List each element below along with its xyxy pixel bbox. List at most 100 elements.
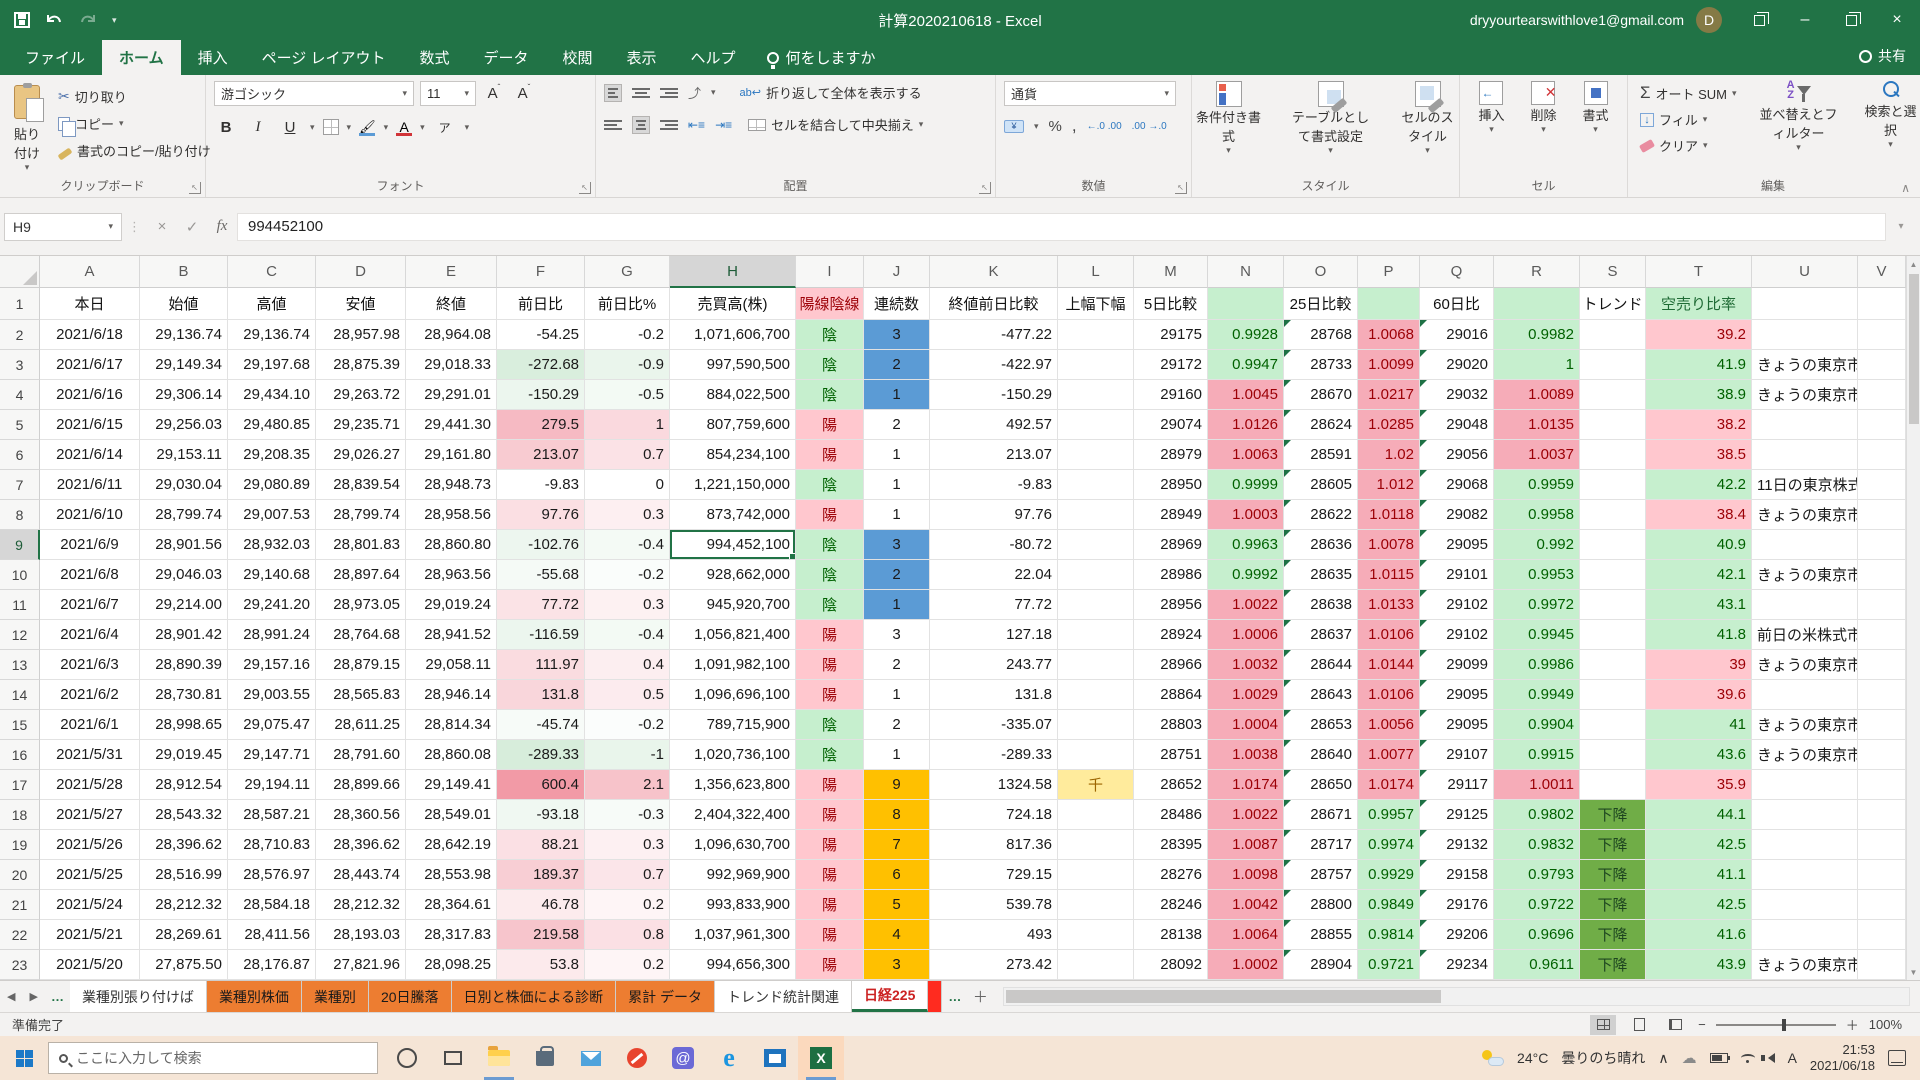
- cell-V7[interactable]: [1858, 470, 1906, 500]
- cell-B11[interactable]: 29,214.00: [140, 590, 228, 620]
- format-painter-button[interactable]: 書式のコピー/貼り付け: [54, 139, 215, 162]
- wifi-icon[interactable]: [1741, 1054, 1755, 1062]
- cell-K9[interactable]: -80.72: [930, 530, 1058, 560]
- cell-E8[interactable]: 28,958.56: [406, 500, 497, 530]
- cell-B10[interactable]: 29,046.03: [140, 560, 228, 590]
- speaker-icon[interactable]: [1768, 1053, 1775, 1063]
- fill-color-button[interactable]: 🖌: [359, 119, 376, 136]
- column-header-E[interactable]: E: [406, 256, 497, 288]
- file-explorer-button[interactable]: [476, 1036, 522, 1080]
- cell-P20[interactable]: 0.9929: [1358, 860, 1420, 890]
- cell-B3[interactable]: 29,149.34: [140, 350, 228, 380]
- cell-Q16[interactable]: 29107: [1420, 740, 1494, 770]
- cell-L8[interactable]: [1058, 500, 1134, 530]
- cell-E21[interactable]: 28,364.61: [406, 890, 497, 920]
- cell-V19[interactable]: [1858, 830, 1906, 860]
- cell-V6[interactable]: [1858, 440, 1906, 470]
- cell-F14[interactable]: 131.8: [497, 680, 585, 710]
- cell-O5[interactable]: 28624: [1284, 410, 1358, 440]
- redo-icon[interactable]: [78, 12, 98, 28]
- row-header-20[interactable]: 20: [0, 860, 40, 890]
- cell-N17[interactable]: 1.0174: [1208, 770, 1284, 800]
- cell-A19[interactable]: 2021/5/26: [40, 830, 140, 860]
- cell-E22[interactable]: 28,317.83: [406, 920, 497, 950]
- cell-N15[interactable]: 1.0004: [1208, 710, 1284, 740]
- cell-F6[interactable]: 213.07: [497, 440, 585, 470]
- column-header-D[interactable]: D: [316, 256, 406, 288]
- cell-V3[interactable]: [1858, 350, 1906, 380]
- cell-U20[interactable]: [1752, 860, 1858, 890]
- cell-H12[interactable]: 1,056,821,400: [670, 620, 796, 650]
- cell-S22[interactable]: 下降: [1580, 920, 1646, 950]
- cell-K8[interactable]: 97.76: [930, 500, 1058, 530]
- cell-T9[interactable]: 40.9: [1646, 530, 1752, 560]
- cell-M10[interactable]: 28986: [1134, 560, 1208, 590]
- cell-N7[interactable]: 0.9999: [1208, 470, 1284, 500]
- cell-G9[interactable]: -0.4: [585, 530, 670, 560]
- sort-filter-button[interactable]: AZ 並べ替えとフィルター▾: [1751, 81, 1847, 153]
- weather-temp[interactable]: 24°C: [1517, 1050, 1548, 1066]
- cell-H14[interactable]: 1,096,696,100: [670, 680, 796, 710]
- cell-I12[interactable]: 陽: [796, 620, 864, 650]
- cell-T3[interactable]: 41.9: [1646, 350, 1752, 380]
- cell-O15[interactable]: 28653: [1284, 710, 1358, 740]
- cell-V16[interactable]: [1858, 740, 1906, 770]
- cell-I8[interactable]: 陽: [796, 500, 864, 530]
- cell-J9[interactable]: 3: [864, 530, 930, 560]
- cell-O20[interactable]: 28757: [1284, 860, 1358, 890]
- cell-H7[interactable]: 1,221,150,000: [670, 470, 796, 500]
- row-header-8[interactable]: 8: [0, 500, 40, 530]
- cell-J11[interactable]: 1: [864, 590, 930, 620]
- cell-R9[interactable]: 0.992: [1494, 530, 1580, 560]
- cell-K10[interactable]: 22.04: [930, 560, 1058, 590]
- taskbar-clock[interactable]: 21:532021/06/18: [1810, 1042, 1875, 1075]
- cell-E18[interactable]: 28,549.01: [406, 800, 497, 830]
- fill-button[interactable]: ↓フィル▾: [1636, 108, 1741, 131]
- cortana-button[interactable]: [384, 1036, 430, 1080]
- cell-H9[interactable]: 994,452,100: [670, 530, 796, 560]
- column-header-F[interactable]: F: [497, 256, 585, 288]
- cell-A22[interactable]: 2021/5/21: [40, 920, 140, 950]
- column-header-U[interactable]: U: [1752, 256, 1858, 288]
- cell-O9[interactable]: 28636: [1284, 530, 1358, 560]
- cell-V2[interactable]: [1858, 320, 1906, 350]
- cell-G14[interactable]: 0.5: [585, 680, 670, 710]
- cell-H18[interactable]: 2,404,322,400: [670, 800, 796, 830]
- cell-Q3[interactable]: 29020: [1420, 350, 1494, 380]
- cell-C4[interactable]: 29,434.10: [228, 380, 316, 410]
- row-header-12[interactable]: 12: [0, 620, 40, 650]
- column-header-J[interactable]: J: [864, 256, 930, 288]
- cell-D3[interactable]: 28,875.39: [316, 350, 406, 380]
- row-header-14[interactable]: 14: [0, 680, 40, 710]
- cell-U19[interactable]: [1752, 830, 1858, 860]
- cell-S12[interactable]: [1580, 620, 1646, 650]
- cell-S9[interactable]: [1580, 530, 1646, 560]
- increase-indent-icon[interactable]: ⇥≡: [715, 118, 732, 132]
- cell-S19[interactable]: 下降: [1580, 830, 1646, 860]
- cell-J21[interactable]: 5: [864, 890, 930, 920]
- cell-T16[interactable]: 43.6: [1646, 740, 1752, 770]
- ribbon-tab-表示[interactable]: 表示: [610, 40, 674, 75]
- cell-E3[interactable]: 29,018.33: [406, 350, 497, 380]
- cell-K17[interactable]: 1324.58: [930, 770, 1058, 800]
- cell-O10[interactable]: 28635: [1284, 560, 1358, 590]
- cell-O19[interactable]: 28717: [1284, 830, 1358, 860]
- cell-F17[interactable]: 600.4: [497, 770, 585, 800]
- cell-E15[interactable]: 28,814.34: [406, 710, 497, 740]
- cell-O21[interactable]: 28800: [1284, 890, 1358, 920]
- cell-C17[interactable]: 29,194.11: [228, 770, 316, 800]
- cell-H19[interactable]: 1,096,630,700: [670, 830, 796, 860]
- cell-D6[interactable]: 29,026.27: [316, 440, 406, 470]
- cell-K1[interactable]: 終値前日比較: [930, 288, 1058, 320]
- cell-I16[interactable]: 陰: [796, 740, 864, 770]
- cell-R11[interactable]: 0.9972: [1494, 590, 1580, 620]
- cell-F10[interactable]: -55.68: [497, 560, 585, 590]
- zoom-level[interactable]: 100%: [1869, 1017, 1902, 1032]
- cell-S2[interactable]: [1580, 320, 1646, 350]
- cell-M6[interactable]: 28979: [1134, 440, 1208, 470]
- underline-button[interactable]: U: [278, 115, 302, 139]
- vertical-scroll-thumb[interactable]: [1909, 274, 1919, 424]
- sheet-tab-red-stub[interactable]: [928, 981, 942, 1012]
- customize-qat-icon[interactable]: ▾: [112, 15, 117, 26]
- cell-F1[interactable]: 前日比: [497, 288, 585, 320]
